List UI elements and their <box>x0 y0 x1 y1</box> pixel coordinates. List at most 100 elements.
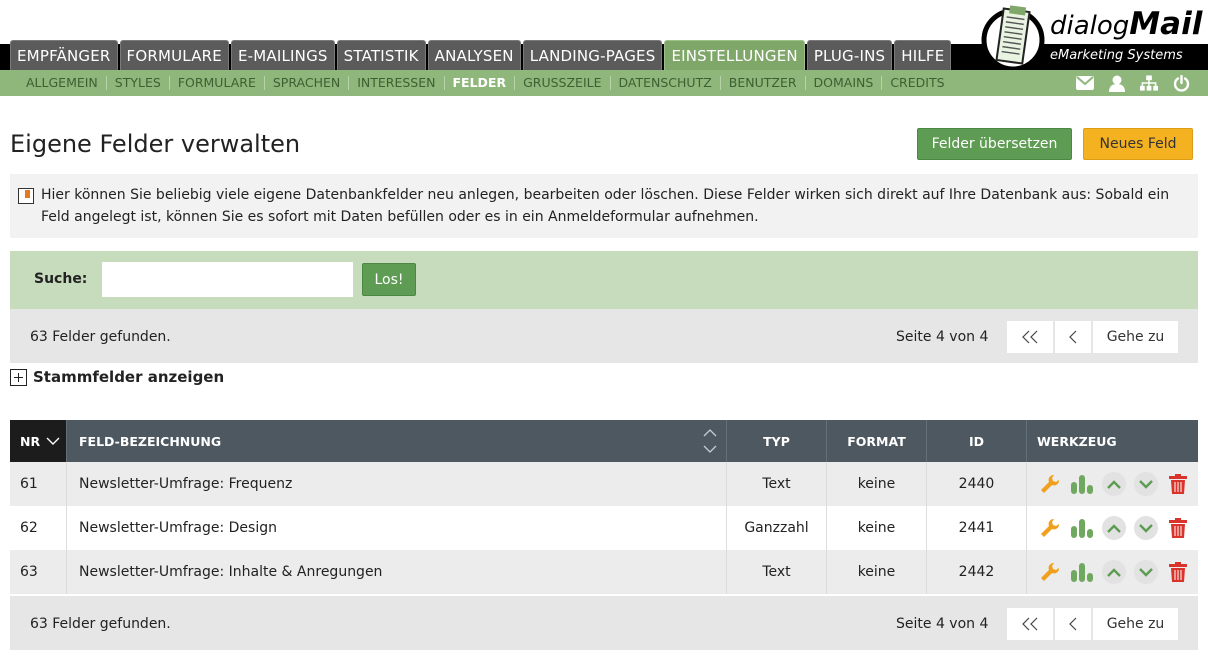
subnav-grusszeile[interactable]: GRUSSZEILE <box>515 76 611 90</box>
tab-landing-pages[interactable]: LANDING-PAGES <box>522 40 663 70</box>
cell-name: Newsletter-Umfrage: Frequenz <box>67 462 727 506</box>
sitemap-icon[interactable] <box>1140 74 1158 92</box>
column-header-nr[interactable]: NR <box>10 420 67 462</box>
sub-nav-items: ALLGEMEIN STYLES FORMULARE SPRACHEN INTE… <box>18 70 953 96</box>
chevron-left-icon <box>1069 330 1077 344</box>
move-up-icon[interactable] <box>1101 515 1127 541</box>
page-title: Eigene Felder verwalten <box>10 130 301 158</box>
search-panel: Suche: Los! <box>10 251 1198 309</box>
cell-format: keine <box>827 462 927 506</box>
info-text: Hier können Sie beliebig viele eigene Da… <box>41 187 1170 225</box>
tab-statistik[interactable]: STATISTIK <box>336 40 426 70</box>
logo-tagline: eMarketing Systems <box>1050 48 1183 63</box>
header-icon-bar <box>1076 74 1190 92</box>
subnav-allgemein[interactable]: ALLGEMEIN <box>18 76 107 90</box>
chart-icon[interactable] <box>1069 471 1095 497</box>
chart-icon[interactable] <box>1069 515 1095 541</box>
new-field-button[interactable]: Neues Feld <box>1083 128 1193 160</box>
prev-page-button[interactable] <box>1055 321 1091 353</box>
show-master-fields-label: Stammfelder anzeigen <box>33 368 225 386</box>
table-row: 61 Newsletter-Umfrage: Frequenz Text kei… <box>10 462 1198 506</box>
column-header-werkzeug: WERKZEUG <box>1037 433 1117 449</box>
expand-plus-icon <box>10 368 27 386</box>
fields-table: NR FELD-BEZEICHNUNG TYP FORMAT ID WERKZE… <box>10 420 1198 594</box>
prev-page-button[interactable] <box>1055 608 1091 640</box>
double-chevron-left-icon <box>1022 617 1038 631</box>
move-down-icon[interactable] <box>1133 471 1159 497</box>
cell-tools <box>1027 550 1198 594</box>
subnav-credits[interactable]: CREDITS <box>882 76 952 90</box>
cell-name: Newsletter-Umfrage: Design <box>67 506 727 550</box>
user-icon[interactable] <box>1108 74 1126 92</box>
tab-analysen[interactable]: ANALYSEN <box>427 40 521 70</box>
tab-empfaenger[interactable]: EMPFÄNGER <box>10 40 118 70</box>
table-header: NR FELD-BEZEICHNUNG TYP FORMAT ID WERKZE… <box>10 420 1198 462</box>
subnav-datenschutz[interactable]: DATENSCHUTZ <box>611 76 721 90</box>
dialogmail-logo[interactable]: dialogMail eMarketing Systems <box>980 4 1203 70</box>
subnav-felder[interactable]: FELDER <box>445 76 516 90</box>
result-count: 63 Felder gefunden. <box>30 616 171 632</box>
pager-top: 63 Felder gefunden. Seite 4 von 4 Gehe z… <box>10 309 1198 363</box>
subnav-formulare[interactable]: FORMULARE <box>170 76 265 90</box>
info-icon <box>18 188 34 204</box>
sub-nav-bar: ALLGEMEIN STYLES FORMULARE SPRACHEN INTE… <box>0 70 1208 96</box>
cell-nr: 61 <box>10 462 67 506</box>
chart-icon[interactable] <box>1069 559 1095 585</box>
cell-nr: 62 <box>10 506 67 550</box>
newspaper-logo-icon <box>981 5 1045 70</box>
trash-icon[interactable] <box>1165 515 1191 541</box>
cell-typ: Ganzzahl <box>727 506 827 550</box>
translate-fields-button[interactable]: Felder übersetzen <box>917 128 1072 160</box>
cell-typ: Text <box>727 462 827 506</box>
logo-wordmark: dialogMail <box>1050 6 1203 42</box>
subnav-styles[interactable]: STYLES <box>107 76 170 90</box>
tab-formulare[interactable]: FORMULARE <box>119 40 229 70</box>
info-box: Hier können Sie beliebig viele eigene Da… <box>10 174 1198 238</box>
subnav-sprachen[interactable]: SPRACHEN <box>265 76 350 90</box>
cell-format: keine <box>827 550 927 594</box>
subnav-interessen[interactable]: INTERESSEN <box>349 76 445 90</box>
move-down-icon[interactable] <box>1133 515 1159 541</box>
table-row: 62 Newsletter-Umfrage: Design Ganzzahl k… <box>10 506 1198 550</box>
goto-page-button[interactable]: Gehe zu <box>1093 321 1178 353</box>
goto-page-button[interactable]: Gehe zu <box>1093 608 1178 640</box>
column-header-format: FORMAT <box>827 420 927 462</box>
top-header: dialogMail eMarketing Systems EMPFÄNGER … <box>0 0 1208 96</box>
move-up-icon[interactable] <box>1101 471 1127 497</box>
main-tabs: EMPFÄNGER FORMULARE E-MAILINGS STATISTIK… <box>10 40 953 70</box>
first-page-button[interactable] <box>1007 608 1053 640</box>
show-master-fields-toggle[interactable]: Stammfelder anzeigen <box>10 366 224 388</box>
page-info: Seite 4 von 4 <box>896 329 989 345</box>
wrench-icon[interactable] <box>1037 515 1063 541</box>
trash-icon[interactable] <box>1165 559 1191 585</box>
envelope-icon[interactable] <box>1076 74 1094 92</box>
column-header-name[interactable]: FELD-BEZEICHNUNG <box>67 420 727 462</box>
wrench-icon[interactable] <box>1037 559 1063 585</box>
column-header-name-label: FELD-BEZEICHNUNG <box>79 433 222 449</box>
search-input[interactable] <box>102 262 353 297</box>
cell-tools <box>1027 506 1198 550</box>
cell-id: 2442 <box>927 550 1027 594</box>
tab-plug-ins[interactable]: PLUG-INS <box>806 40 893 70</box>
result-count: 63 Felder gefunden. <box>30 329 171 345</box>
move-up-icon[interactable] <box>1101 559 1127 585</box>
tab-einstellungen[interactable]: EINSTELLUNGEN <box>664 40 805 70</box>
trash-icon[interactable] <box>1165 471 1191 497</box>
wrench-icon[interactable] <box>1037 471 1063 497</box>
search-button[interactable]: Los! <box>362 263 416 296</box>
first-page-button[interactable] <box>1007 321 1053 353</box>
move-down-icon[interactable] <box>1133 559 1159 585</box>
cell-id: 2440 <box>927 462 1027 506</box>
column-header-id: ID <box>927 420 1027 462</box>
cell-typ: Text <box>727 550 827 594</box>
power-icon[interactable] <box>1172 74 1190 92</box>
cell-id: 2441 <box>927 506 1027 550</box>
subnav-domains[interactable]: DOMAINS <box>806 76 883 90</box>
page-info: Seite 4 von 4 <box>896 616 989 632</box>
double-chevron-left-icon <box>1022 330 1038 344</box>
tab-hilfe[interactable]: HILFE <box>894 40 952 70</box>
column-header-typ: TYP <box>727 420 827 462</box>
subnav-benutzer[interactable]: BENUTZER <box>721 76 806 90</box>
tab-e-mailings[interactable]: E-MAILINGS <box>230 40 335 70</box>
table-row: 63 Newsletter-Umfrage: Inhalte & Anregun… <box>10 550 1198 594</box>
